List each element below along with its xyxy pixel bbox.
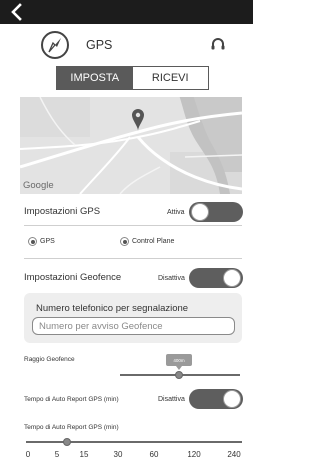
page-title: GPS (86, 38, 113, 52)
geofence-settings-label: Impostazioni Geofence (24, 272, 122, 283)
phone-input[interactable] (32, 317, 235, 335)
toggle-knob (191, 203, 209, 221)
tab-ricevi[interactable]: RICEVI (132, 67, 208, 89)
toggle-knob (223, 269, 241, 287)
radio-control-plane-label: Control Plane (132, 238, 175, 245)
radio-control-plane[interactable] (120, 237, 129, 246)
tick-label: 60 (149, 450, 159, 459)
tick-label: 15 (79, 450, 89, 459)
tick-label: 240 (227, 450, 241, 459)
tab-imposta[interactable]: IMPOSTA (57, 67, 133, 89)
headset-icon[interactable] (209, 36, 227, 54)
header: GPS (0, 30, 253, 64)
radio-gps[interactable] (28, 237, 37, 246)
divider (24, 225, 242, 226)
geofence-toggle-label: Disattiva (158, 275, 185, 282)
geofence-toggle[interactable] (189, 268, 243, 288)
radius-value-bubble: 400m (166, 354, 192, 370)
map-view[interactable]: Google (20, 97, 242, 194)
back-arrow-icon[interactable] (8, 3, 26, 21)
auto-report-ticks: 0 5 15 30 60 120 240 (24, 450, 244, 460)
phone-card: Numero telefonico per segnalazione (24, 293, 242, 343)
auto-report-toggle[interactable] (189, 389, 243, 409)
segmented-tabs: IMPOSTA RICEVI (56, 66, 209, 90)
gps-toggle[interactable] (189, 202, 243, 222)
top-bar (0, 0, 253, 24)
google-logo: Google (23, 180, 54, 191)
radius-slider-thumb[interactable] (175, 371, 183, 379)
tick-label: 30 (113, 450, 123, 459)
phone-card-title: Numero telefonico per segnalazione (36, 303, 189, 314)
tick-label: 5 (54, 450, 60, 459)
gps-settings-label: Impostazioni GPS (24, 206, 101, 217)
auto-report-label: Tempo di Auto Report GPS (min) (24, 396, 119, 403)
divider (24, 258, 242, 259)
geofence-radius-label: Raggio Geofence (24, 356, 75, 363)
auto-report-slider-label: Tempo di Auto Report GPS (min) (24, 424, 119, 431)
compass-icon (41, 31, 69, 59)
auto-report-slider-thumb[interactable] (63, 438, 71, 446)
toggle-knob (223, 390, 241, 408)
auto-report-toggle-label: Disattiva (158, 396, 185, 403)
tick-label: 120 (187, 450, 201, 459)
tick-label: 0 (25, 450, 31, 459)
auto-report-slider-track[interactable] (26, 441, 242, 443)
gps-toggle-label: Attiva (167, 209, 185, 216)
radio-gps-label: GPS (40, 238, 55, 245)
